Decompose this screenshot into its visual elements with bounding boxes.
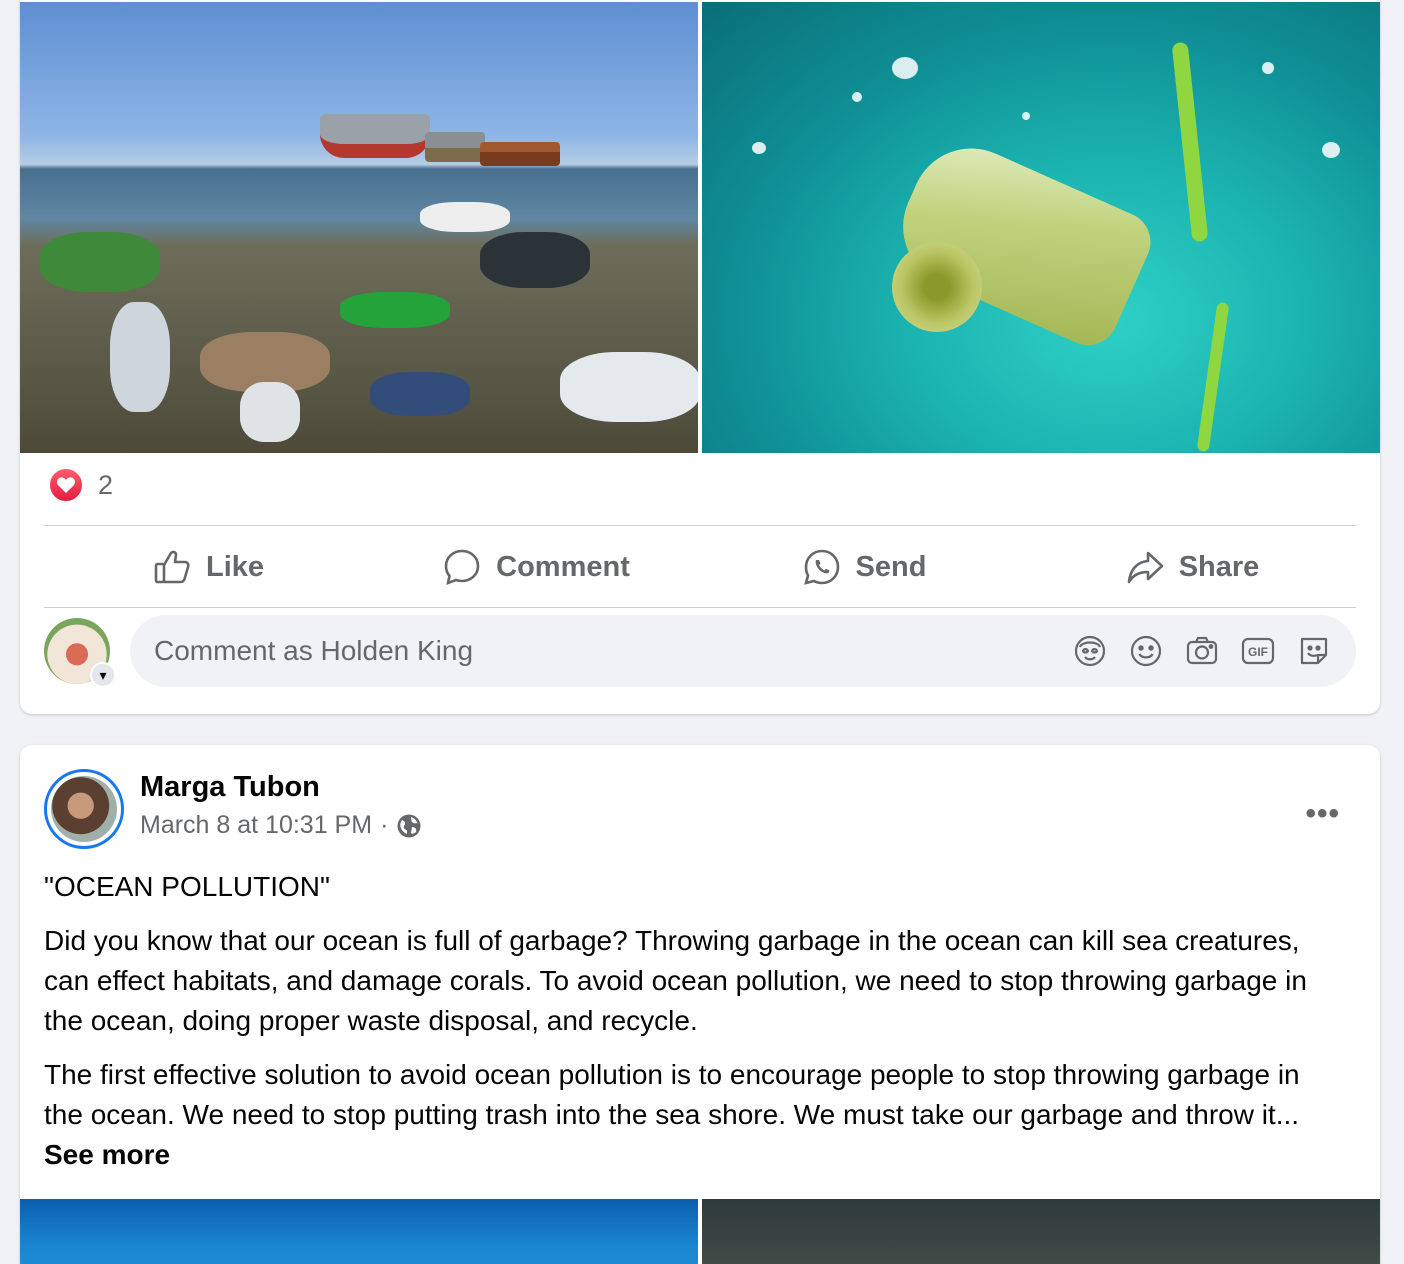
post-image-ocean[interactable] <box>20 1199 698 1264</box>
post-image-grid[interactable] <box>20 1199 1380 1264</box>
send-label: Send <box>855 550 927 583</box>
share-arrow-icon <box>1127 551 1163 584</box>
post-actions: Like Comment Send Share <box>44 527 1356 607</box>
post-text: "OCEAN POLLUTION" Did you know that our … <box>44 867 1344 1189</box>
chevron-down-icon[interactable]: ▾ <box>90 662 116 688</box>
svg-text:GIF: GIF <box>1248 645 1268 659</box>
comment-input[interactable] <box>154 635 1072 667</box>
like-button[interactable]: Like <box>44 527 372 607</box>
share-label: Share <box>1178 550 1260 583</box>
divider <box>44 607 1356 608</box>
meta-separator: · <box>380 811 389 839</box>
comment-composer: ▾ Comment as Holden King GIF <box>44 615 1356 688</box>
author-avatar[interactable] <box>44 769 124 849</box>
post-image-underwater-bottle[interactable] <box>702 2 1380 453</box>
share-button[interactable]: Share <box>1028 527 1356 607</box>
avatar-sticker-icon[interactable] <box>1072 633 1108 669</box>
comment-input-container[interactable]: GIF <box>130 615 1356 687</box>
love-reaction-icon <box>48 467 84 503</box>
post-paragraph: Did you know that our ocean is full of g… <box>44 925 1307 1036</box>
comment-tools: GIF <box>1072 633 1332 669</box>
sticker-icon[interactable] <box>1296 633 1332 669</box>
post-paragraph-truncated: The first effective solution to avoid oc… <box>44 1059 1300 1170</box>
post-meta: March 8 at 10:31 PM · <box>140 811 422 840</box>
user-avatar[interactable]: ▾ <box>44 618 116 688</box>
globe-icon[interactable] <box>396 813 422 839</box>
post-card: 2 Like Comment Send Share ▾ Comment as H… <box>20 0 1380 714</box>
post-title-line: "OCEAN POLLUTION" <box>44 871 330 902</box>
post-card: Marga Tubon March 8 at 10:31 PM · ••• "O… <box>20 745 1380 1264</box>
gif-icon[interactable]: GIF <box>1240 633 1276 669</box>
whatsapp-icon <box>803 549 839 585</box>
post-timestamp[interactable]: March 8 at 10:31 PM <box>140 811 372 840</box>
reaction-summary[interactable]: 2 <box>48 465 113 505</box>
post-image-grid[interactable] <box>20 2 1380 453</box>
post-header: Marga Tubon March 8 at 10:31 PM · ••• <box>44 769 1356 849</box>
camera-icon[interactable] <box>1184 633 1220 669</box>
post-image-seabed-garbage[interactable] <box>702 1199 1380 1264</box>
comment-bubble-icon <box>444 549 480 586</box>
comment-button[interactable]: Comment <box>372 527 700 607</box>
thumbs-up-icon <box>154 550 190 584</box>
see-more-link[interactable]: See more <box>44 1139 170 1170</box>
divider <box>44 525 1356 526</box>
comment-label: Comment <box>496 550 630 583</box>
reaction-count: 2 <box>98 469 114 500</box>
like-label: Like <box>205 550 265 583</box>
post-image-shore-garbage[interactable] <box>20 2 698 453</box>
more-options-button[interactable]: ••• <box>1305 797 1340 831</box>
author-name[interactable]: Marga Tubon <box>140 771 320 804</box>
emoji-icon[interactable] <box>1128 633 1164 669</box>
send-button[interactable]: Send <box>700 527 1028 607</box>
